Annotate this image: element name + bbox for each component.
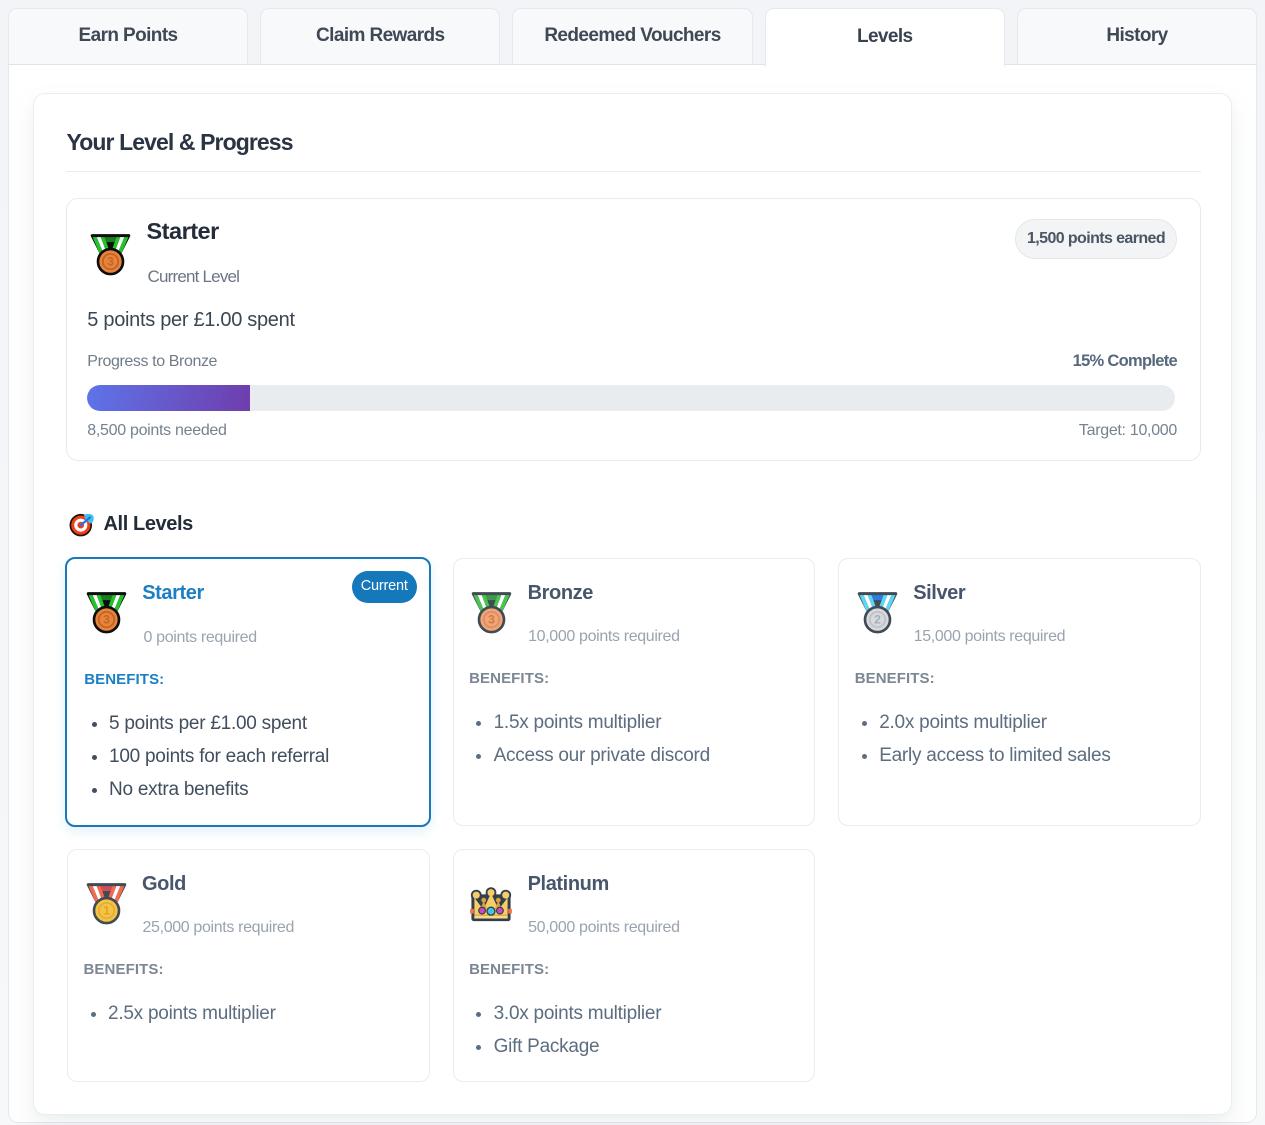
- svg-text:2: 2: [874, 613, 881, 627]
- svg-text:3: 3: [488, 613, 495, 627]
- svg-text:3: 3: [107, 255, 114, 269]
- svg-text:3: 3: [103, 613, 110, 627]
- svg-text:1: 1: [103, 904, 110, 918]
